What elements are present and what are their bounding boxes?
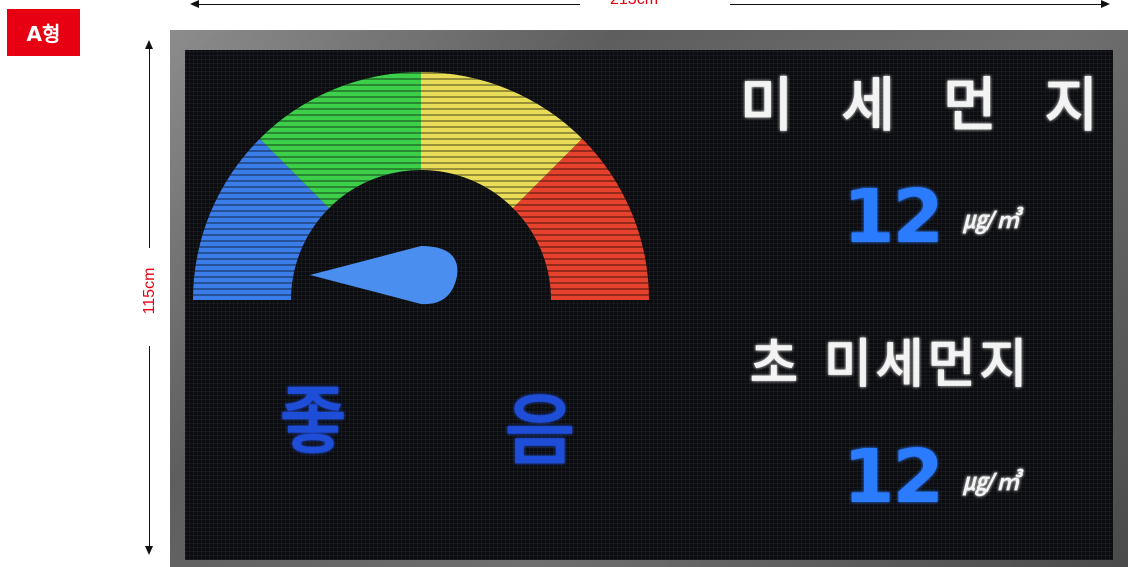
pm25-label: 초 미세먼지 <box>750 335 1032 395</box>
pm25-unit: ㎍/㎥ <box>963 468 1020 496</box>
pm10-unit: ㎍/㎥ <box>963 206 1020 234</box>
height-label: 115cm <box>141 267 158 315</box>
dimension-line <box>149 346 150 546</box>
pm10-value: 12 <box>843 174 944 260</box>
down-arrow-icon <box>145 546 153 555</box>
dimension-line <box>149 48 150 248</box>
width-label: 213cm <box>610 0 658 9</box>
dimension-line <box>196 4 580 5</box>
right-arrow-icon <box>1101 0 1110 8</box>
height-dimension: 115cm <box>140 40 160 555</box>
status-text-char-2: 음 <box>505 386 575 475</box>
status-text-char-1: 좋 <box>280 379 347 463</box>
pm10-label: 미 세 먼 지 <box>740 71 1113 139</box>
air-quality-gauge <box>193 72 649 305</box>
type-a-badge: A형 <box>7 9 80 56</box>
pm25-value: 12 <box>843 434 944 520</box>
dimension-line <box>730 4 1102 5</box>
led-display-screen: 미 세 먼 지 12 ㎍/㎥ 초 미세먼지 12 ㎍/㎥ 좋 음 <box>185 50 1113 560</box>
width-dimension: 213cm <box>190 0 1110 18</box>
gauge-needle <box>310 246 458 305</box>
